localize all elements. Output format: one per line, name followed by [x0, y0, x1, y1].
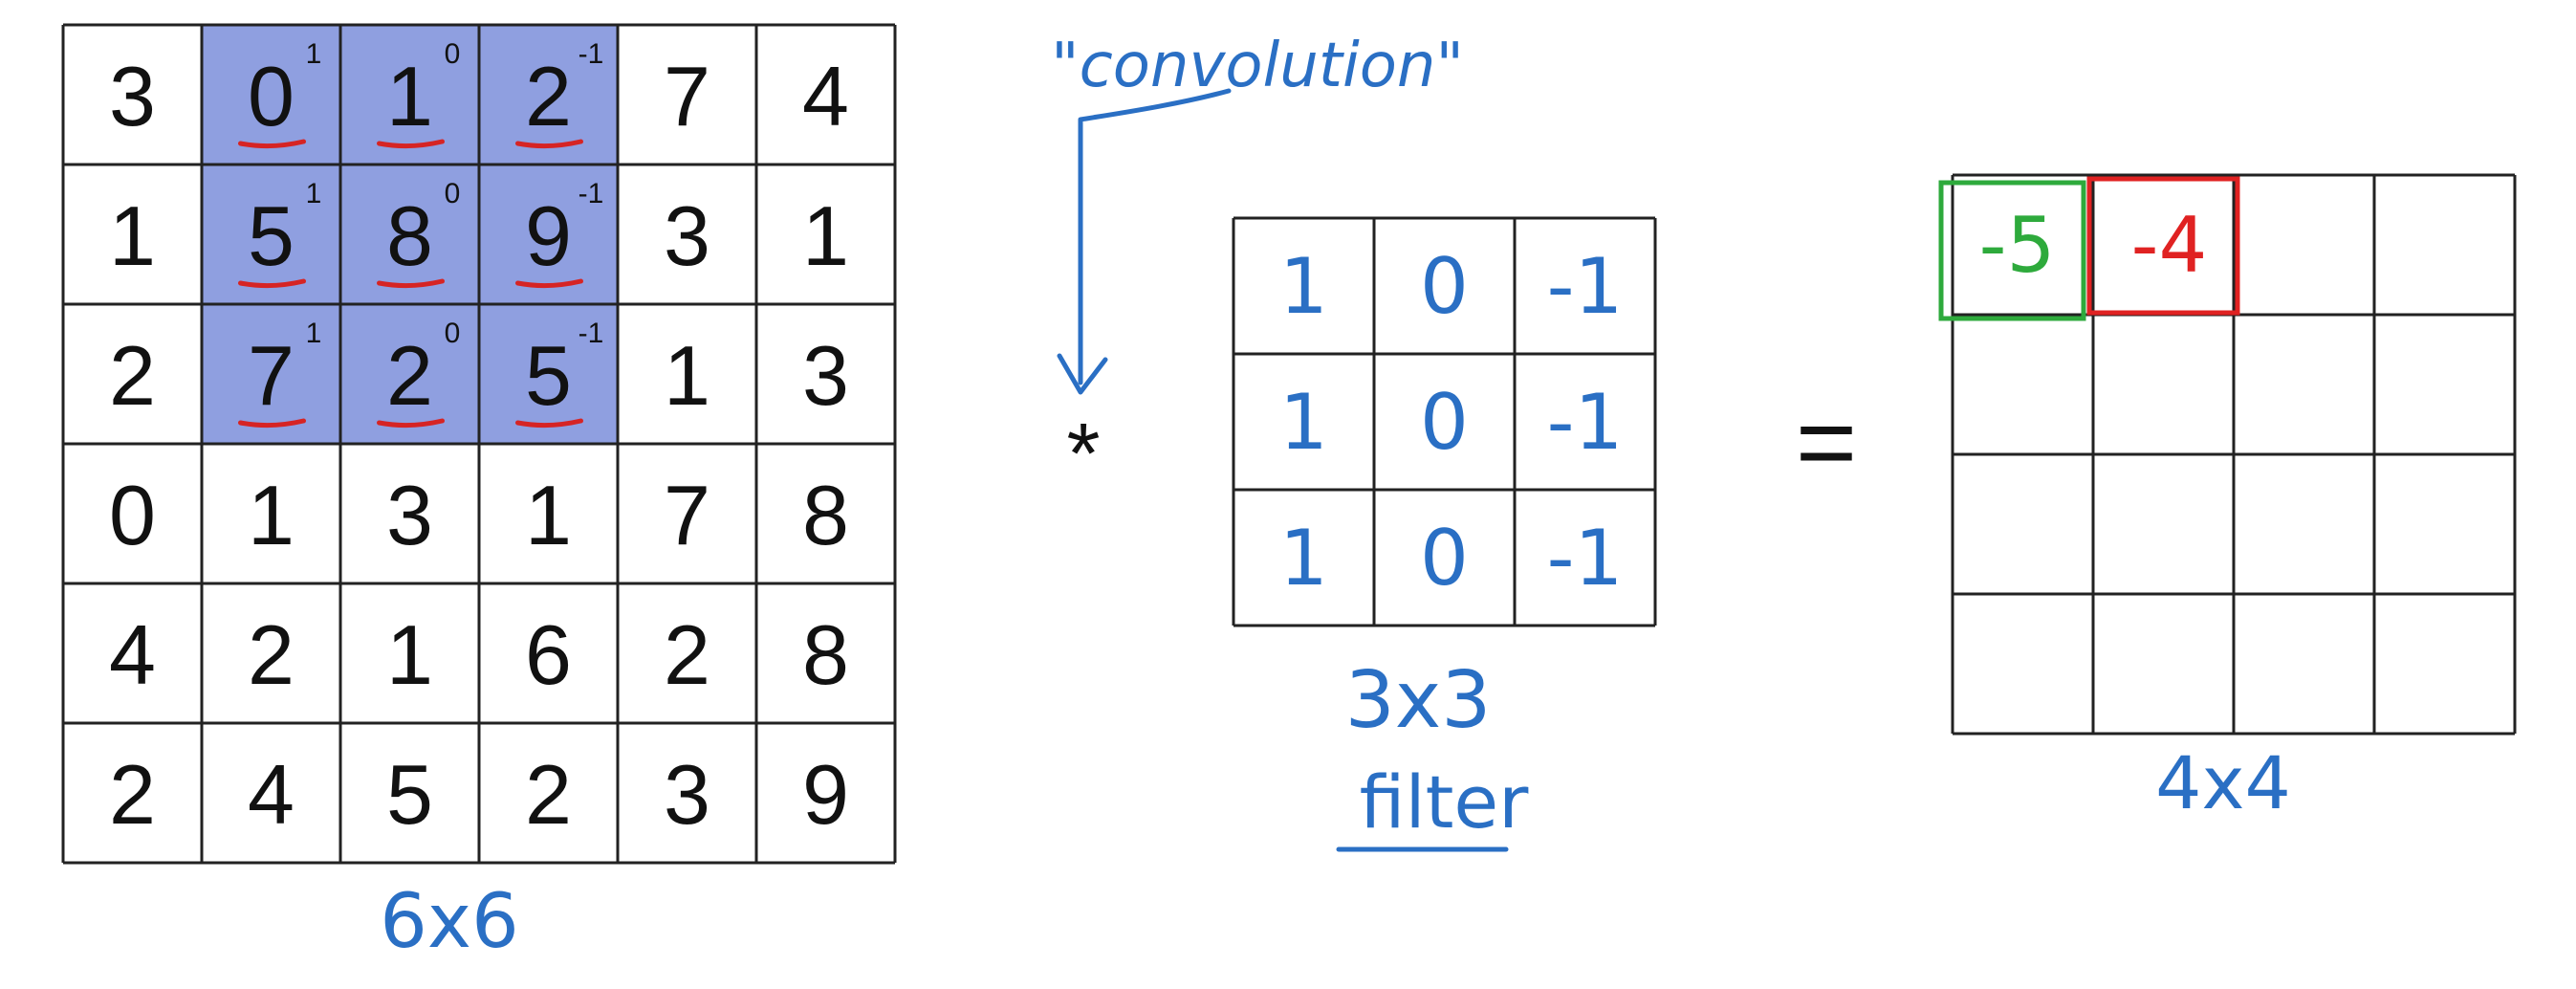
filter-cell: -1 [1547, 514, 1624, 603]
input-cell: 9 [802, 747, 849, 842]
overlay-weight: -1 [579, 318, 604, 349]
input-cell: 0 [109, 468, 156, 562]
input-cell: 1 [664, 328, 710, 423]
overlay-weight: 0 [445, 178, 461, 209]
output-cell: -5 [1979, 201, 2056, 290]
input-cell: 2 [109, 328, 156, 423]
input-cell: 3 [664, 747, 710, 842]
filter-cell: -1 [1547, 378, 1624, 467]
input-cell: 4 [248, 747, 295, 842]
input-cell: 5 [386, 747, 433, 842]
filter-matrix: 1 0 -1 1 0 -1 1 0 -1 [1232, 216, 1657, 627]
filter-matrix-cells: 1 0 -1 1 0 -1 1 0 -1 [1279, 242, 1623, 603]
filter-cell: 1 [1279, 514, 1328, 603]
input-cell: 2 [525, 747, 572, 842]
input-cell: 2 [525, 49, 572, 143]
filter-cell: 0 [1420, 514, 1469, 603]
input-cell: 2 [386, 328, 433, 423]
input-cell: 7 [664, 49, 710, 143]
input-cell: 1 [248, 468, 295, 562]
input-cell: 2 [248, 607, 295, 702]
filter-cell: 1 [1279, 378, 1328, 467]
input-cell: 2 [664, 607, 710, 702]
input-cell: 4 [109, 607, 156, 702]
input-cell: 3 [109, 49, 156, 143]
input-cell: 1 [386, 49, 433, 143]
input-cell: 7 [248, 328, 295, 423]
convolution-diagram: 3 0 1 2 7 41 5 8 9 3 12 7 2 5 1 30 1 3 1 7 84 2 1 6 2 82 4 5 2 3 9 10-… [61, 23, 2517, 965]
convolution-annotation: "convolution" [1051, 31, 1464, 101]
output-size-label: 4x4 [2155, 740, 2291, 825]
input-size-label: 6x6 [380, 879, 518, 965]
input-cell: 9 [525, 188, 572, 283]
input-matrix: 3 0 1 2 7 41 5 8 9 3 12 7 2 5 1 30 1 3 1 7 84 2 1 6 2 82 4 5 2 3 9 10-… [61, 23, 897, 865]
input-cell: 5 [525, 328, 572, 423]
input-cell: 3 [802, 328, 849, 423]
input-matrix-gridlines [61, 23, 897, 865]
convolution-operator: * [1066, 407, 1100, 502]
input-cell: 2 [109, 747, 156, 842]
filter-cell: 1 [1279, 242, 1328, 331]
input-cell: 0 [248, 49, 295, 143]
overlay-weight: 1 [306, 38, 322, 70]
input-cell: 1 [525, 468, 572, 562]
overlay-weight: -1 [579, 38, 604, 70]
filter-cell: -1 [1547, 242, 1624, 331]
input-cell: 3 [386, 468, 433, 562]
equals-sign: = [1796, 384, 1857, 501]
overlay-weight: 1 [306, 318, 322, 349]
filter-cell: 0 [1420, 242, 1469, 331]
annotation-arrow [1078, 88, 1232, 385]
overlay-weight: 0 [445, 318, 461, 349]
overlay-weight: -1 [579, 178, 604, 209]
input-cell: 1 [109, 188, 156, 283]
input-cell: 4 [802, 49, 849, 143]
filter-cell: 0 [1420, 378, 1469, 467]
output-matrix: -5 -4 [1938, 173, 2517, 736]
input-cell: 8 [386, 188, 433, 283]
overlay-weight: 1 [306, 178, 322, 209]
input-cell: 1 [802, 188, 849, 283]
input-cell: 1 [386, 607, 433, 702]
input-cell: 8 [802, 607, 849, 702]
output-cell: -4 [2131, 201, 2208, 290]
overlay-weight: 0 [445, 38, 461, 70]
filter-size-label: 3x3 [1345, 655, 1492, 746]
input-cell: 5 [248, 188, 295, 283]
input-cell: 7 [664, 468, 710, 562]
input-cell: 6 [525, 607, 572, 702]
input-cell: 8 [802, 468, 849, 562]
input-cell: 3 [664, 188, 710, 283]
filter-name-label: filter [1360, 759, 1530, 845]
